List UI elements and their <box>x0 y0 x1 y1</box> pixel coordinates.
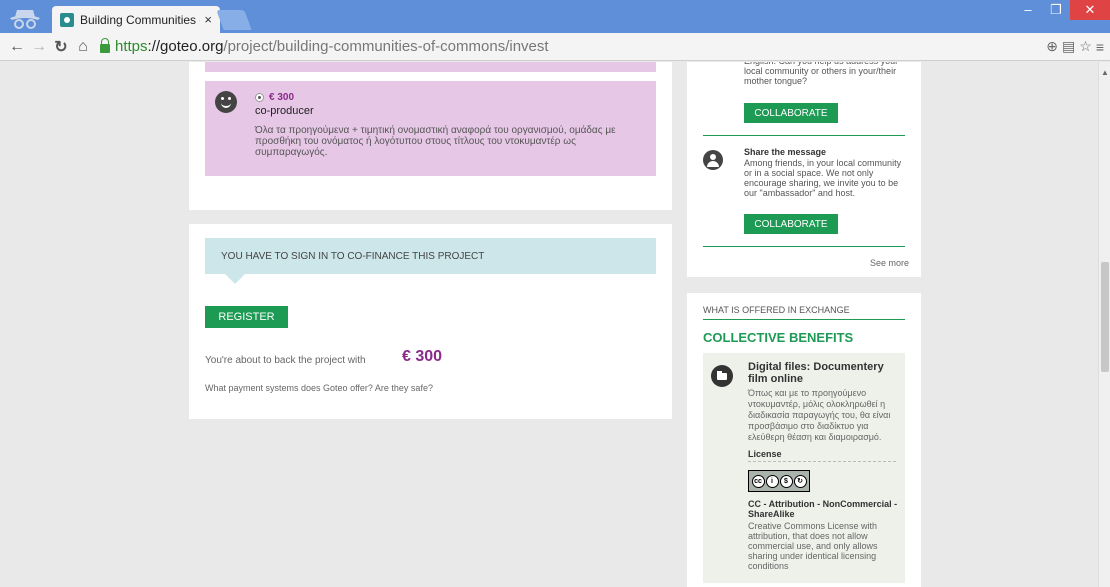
new-tab-button[interactable] <box>216 10 252 30</box>
lock-icon <box>100 37 110 53</box>
collaboration-text: English. Can you help us address your lo… <box>744 62 898 86</box>
cc-icon: cc <box>751 474 765 488</box>
reward-option-co-producer[interactable]: € 300 co-producer Όλα τα προηγούμενα + τ… <box>205 81 656 176</box>
back-amount: € 300 <box>402 348 443 365</box>
collective-benefits-heading: COLLECTIVE BENEFITS <box>703 330 854 345</box>
tab-title: Building Communities of <box>80 12 201 27</box>
reload-icon[interactable]: ↻ <box>50 37 72 57</box>
payment-systems-link[interactable]: What payment systems does Goteo offer? A… <box>205 383 433 393</box>
collaborate-card: English. Can you help us address your lo… <box>687 62 921 277</box>
smiley-icon <box>215 91 237 113</box>
divider <box>703 135 905 136</box>
signin-card: YOU HAVE TO SIGN IN TO CO-FINANCE THIS P… <box>189 224 672 419</box>
goteo-favicon-icon <box>60 12 74 27</box>
previous-reward-option[interactable] <box>205 62 656 72</box>
reward-name: co-producer <box>255 105 314 117</box>
attribution-icon: i <box>765 474 779 488</box>
folder-icon <box>711 365 733 387</box>
back-arrow-icon[interactable]: ← <box>6 38 28 56</box>
page-viewport: € 300 co-producer Όλα τα προηγούμενα + τ… <box>0 62 1110 587</box>
share-title: Share the message <box>744 147 827 157</box>
browser-tabbar: Building Communities of × – ❐ ✕ <box>0 0 1110 33</box>
bookmark-star-icon[interactable]: ☆ <box>1079 38 1092 55</box>
tab-close-icon[interactable]: × <box>204 12 212 27</box>
url-host: ://goteo.org <box>147 38 224 55</box>
restore-icon[interactable]: ❐ <box>1042 0 1070 20</box>
noncommercial-icon: $ <box>779 474 793 488</box>
collaborate-button-2[interactable]: COLLABORATE <box>744 214 838 234</box>
collaborate-button-1[interactable]: COLLABORATE <box>744 103 838 123</box>
share-text: Among friends, in your local community o… <box>744 158 902 198</box>
rewards-card: € 300 co-producer Όλα τα προηγούμενα + τ… <box>189 62 672 210</box>
minimize-icon[interactable]: – <box>1014 0 1042 20</box>
see-more-link[interactable]: See more <box>870 258 909 268</box>
benefit-title: Digital files: Documentery film online <box>748 361 884 385</box>
reward-amount: € 300 <box>269 92 295 103</box>
home-icon[interactable]: ⌂ <box>72 38 94 56</box>
divider <box>703 246 905 247</box>
person-icon <box>703 150 723 170</box>
browser-toolbar: ← → ↻ ⌂ https://goteo.org/project/buildi… <box>0 33 1110 61</box>
license-name: CC - Attribution - NonCommercial - Share… <box>748 499 898 519</box>
page-scrollbar[interactable]: ▲ <box>1098 62 1110 587</box>
forward-arrow-icon[interactable]: → <box>28 38 50 56</box>
reward-radio[interactable] <box>255 93 264 102</box>
dashed-divider <box>748 461 896 462</box>
divider <box>703 319 905 320</box>
window-close-icon[interactable]: ✕ <box>1070 0 1110 20</box>
signin-banner: YOU HAVE TO SIGN IN TO CO-FINANCE THIS P… <box>205 238 656 274</box>
reward-description: Όλα τα προηγούμενα + τιμητική ονομαστική… <box>255 125 616 158</box>
cc-license-badge-icon: cc i $ ↻ <box>748 470 810 492</box>
zoom-icon[interactable]: ⊕ <box>1046 38 1058 55</box>
benefit-description: Όπως και με το προηγούμενο ντοκυμαντέρ, … <box>748 388 891 442</box>
window-controls: – ❐ ✕ <box>1014 0 1110 22</box>
exchange-heading: WHAT IS OFFERED IN EXCHANGE <box>703 305 850 315</box>
browser-right-tools: ⊕ ▤ ☆ ≡ <box>1046 38 1104 55</box>
exchange-card: WHAT IS OFFERED IN EXCHANGE COLLECTIVE B… <box>687 293 921 587</box>
sharealike-icon: ↻ <box>793 474 807 488</box>
register-button[interactable]: REGISTER <box>205 306 288 328</box>
back-project-text: You're about to back the project with <box>205 355 366 366</box>
translate-icon[interactable]: ▤ <box>1062 38 1075 55</box>
license-description: Creative Commons License with attributio… <box>748 521 878 571</box>
license-label: License <box>748 449 782 459</box>
address-bar[interactable]: https://goteo.org/project/building-commu… <box>100 36 1046 58</box>
menu-icon[interactable]: ≡ <box>1096 39 1104 55</box>
scroll-up-icon[interactable]: ▲ <box>1101 68 1109 77</box>
scroll-thumb[interactable] <box>1101 262 1109 372</box>
url-scheme: https <box>115 38 148 55</box>
url-path: /project/building-communities-of-commons… <box>223 38 549 55</box>
incognito-icon <box>10 10 40 29</box>
banner-pointer <box>225 274 245 284</box>
browser-tab[interactable]: Building Communities of × <box>52 6 220 33</box>
benefit-item: Digital files: Documentery film online Ό… <box>703 353 905 583</box>
